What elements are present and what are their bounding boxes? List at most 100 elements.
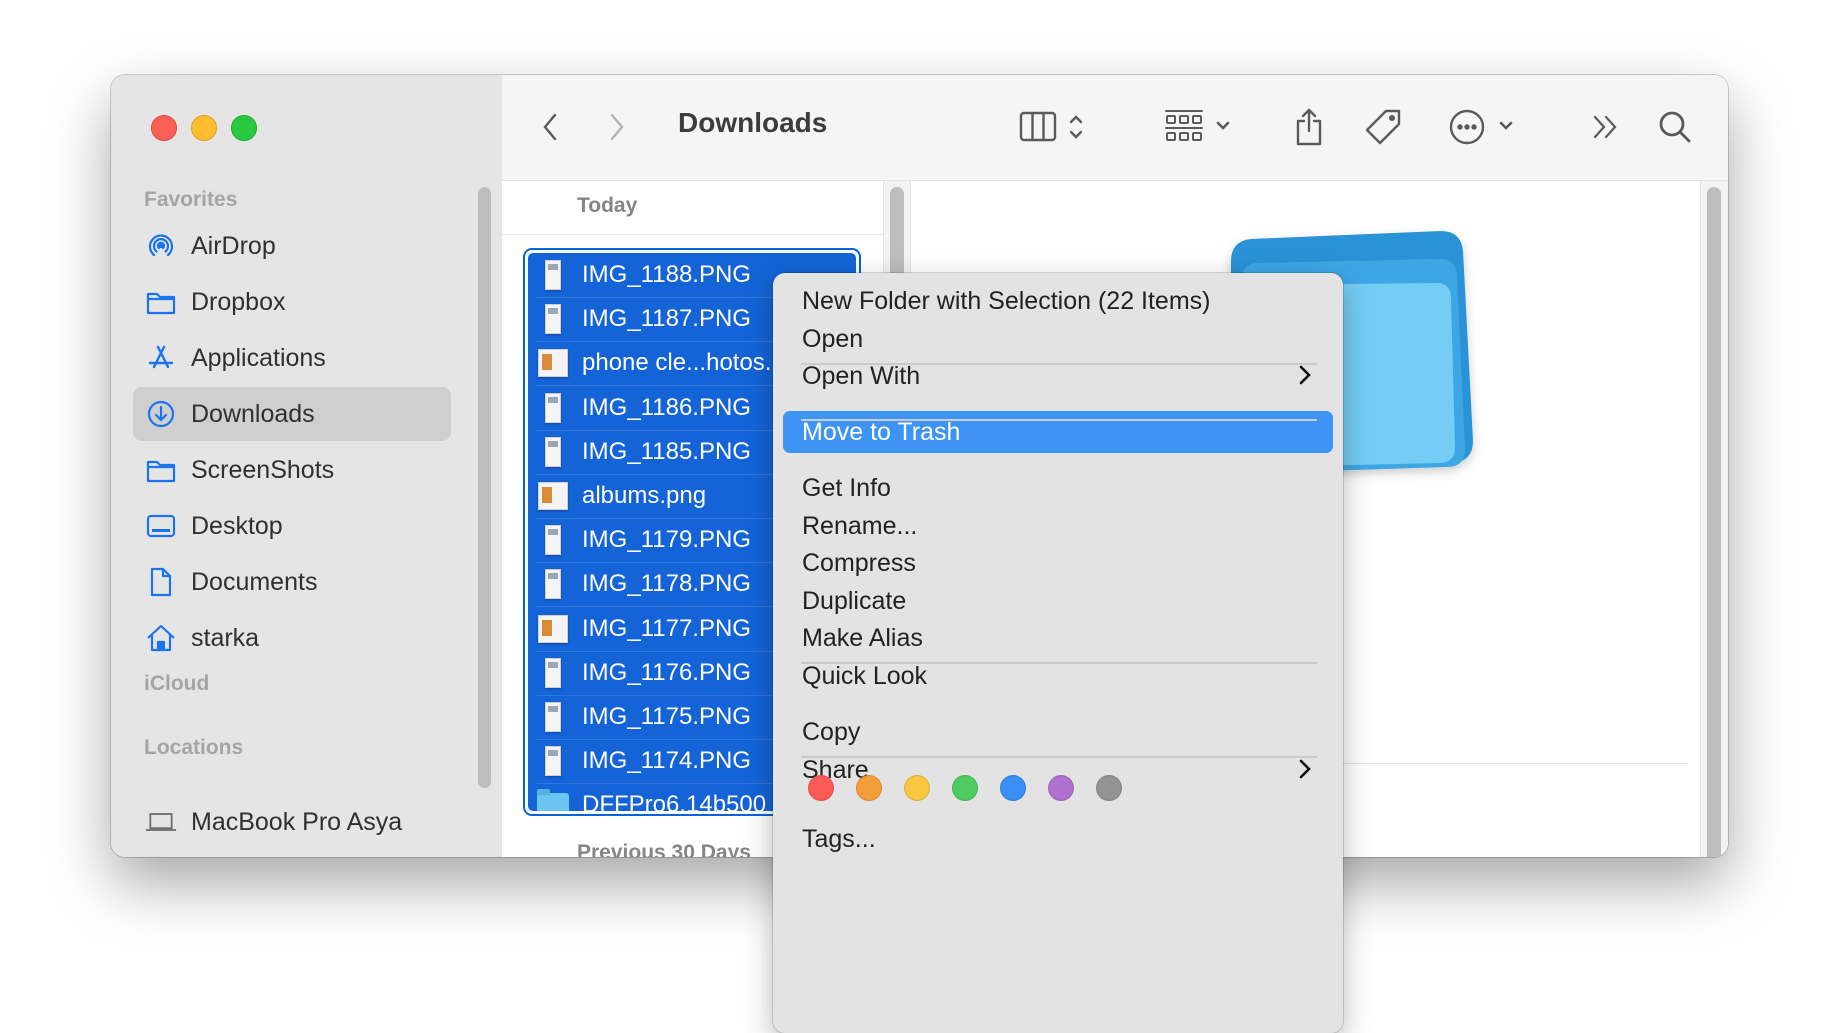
document-icon bbox=[145, 566, 177, 598]
airdrop-icon bbox=[145, 230, 177, 262]
section-header-label: Today bbox=[577, 194, 638, 217]
sidebar-item-applications[interactable]: Applications bbox=[133, 331, 451, 385]
menu-item-open-with[interactable]: Open With bbox=[783, 355, 1333, 397]
file-name: IMG_1174.PNG bbox=[582, 747, 751, 775]
thumbnail bbox=[545, 569, 561, 600]
image-thumbnail-icon bbox=[536, 568, 570, 600]
preview-scrollbar[interactable] bbox=[1700, 181, 1728, 857]
toolbar: Downloads bbox=[502, 75, 1728, 181]
tag-color-red[interactable] bbox=[808, 775, 834, 801]
thumbnail bbox=[545, 392, 561, 423]
sidebar: Favorites AirDrop Dropbox Applications D… bbox=[111, 75, 503, 857]
menu-separator bbox=[801, 662, 1317, 664]
sidebar-item-label: Documents bbox=[191, 567, 318, 596]
menu-item-label: Rename... bbox=[802, 511, 918, 540]
image-thumbnail-icon bbox=[536, 745, 570, 777]
menu-item-rename[interactable]: Rename... bbox=[783, 505, 1333, 547]
menu-item-label: Make Alias bbox=[802, 623, 923, 652]
file-name: IMG_1188.PNG bbox=[582, 261, 751, 288]
tag-color-purple[interactable] bbox=[1048, 775, 1074, 801]
thumbnail bbox=[537, 789, 569, 811]
sidebar-item-label: Dropbox bbox=[191, 287, 286, 316]
tag-color-blue[interactable] bbox=[1000, 775, 1026, 801]
image-thumbnail-icon bbox=[536, 480, 570, 512]
folder-icon bbox=[145, 286, 177, 318]
tag-color-gray[interactable] bbox=[1096, 775, 1122, 801]
menu-item-label: Compress bbox=[802, 548, 916, 577]
sidebar-section-favorites: Favorites bbox=[144, 188, 238, 211]
thumbnail bbox=[538, 482, 568, 510]
sidebar-scrollbar[interactable] bbox=[478, 187, 491, 788]
close-button[interactable] bbox=[151, 115, 177, 141]
thumbnail bbox=[545, 436, 561, 467]
overflow-icon[interactable] bbox=[1590, 105, 1622, 149]
menu-separator bbox=[801, 756, 1317, 758]
sidebar-item-label: Applications bbox=[191, 343, 326, 372]
sidebar-item-label: AirDrop bbox=[191, 231, 276, 260]
menu-item-label: Open With bbox=[802, 361, 921, 390]
tag-color-yellow[interactable] bbox=[904, 775, 930, 801]
section-header-today: Today bbox=[502, 181, 883, 235]
applications-icon bbox=[145, 342, 177, 374]
sidebar-item-airdrop[interactable]: AirDrop bbox=[133, 219, 451, 273]
image-thumbnail-icon bbox=[536, 347, 570, 379]
thumbnail bbox=[545, 702, 561, 732]
forward-icon[interactable] bbox=[607, 105, 627, 149]
sidebar-item-documents[interactable]: Documents bbox=[133, 555, 451, 609]
menu-item-move-to-trash[interactable]: Move to Trash bbox=[783, 411, 1333, 453]
menu-item-duplicate[interactable]: Duplicate bbox=[783, 580, 1333, 622]
downloads-icon bbox=[145, 398, 177, 430]
thumbnail bbox=[538, 349, 568, 378]
sidebar-item-label: Downloads bbox=[191, 399, 315, 428]
menu-item-label: Quick Look bbox=[802, 661, 928, 690]
desktop-icon bbox=[145, 510, 177, 542]
thumbnail bbox=[545, 657, 561, 688]
file-name: phone cle...hotos. bbox=[582, 349, 772, 377]
laptop-icon bbox=[145, 806, 177, 838]
file-name: IMG_1175.PNG bbox=[582, 703, 751, 730]
tag-color-orange[interactable] bbox=[856, 775, 882, 801]
sidebar-item-screenshots[interactable]: ScreenShots bbox=[133, 443, 451, 497]
scrollbar-thumb[interactable] bbox=[1707, 187, 1721, 857]
sidebar-item-label: Desktop bbox=[191, 511, 283, 540]
tag-color-green[interactable] bbox=[952, 775, 978, 801]
column-view-icon[interactable] bbox=[1019, 105, 1091, 149]
sidebar-item-home[interactable]: starka bbox=[133, 611, 451, 665]
menu-item-compress[interactable]: Compress bbox=[783, 542, 1333, 584]
sidebar-item-downloads[interactable]: Downloads bbox=[133, 387, 451, 441]
zoom-button[interactable] bbox=[231, 115, 257, 141]
image-thumbnail-icon bbox=[536, 613, 570, 645]
menu-separator bbox=[801, 363, 1317, 365]
menu-item-tags[interactable]: Tags... bbox=[783, 818, 1333, 860]
search-icon[interactable] bbox=[1657, 105, 1693, 149]
window-title: Downloads bbox=[678, 107, 828, 138]
menu-item-make-alias[interactable]: Make Alias bbox=[783, 617, 1333, 659]
sidebar-item-desktop[interactable]: Desktop bbox=[133, 499, 451, 553]
menu-item-label: Move to Trash bbox=[802, 417, 961, 446]
thumbnail bbox=[538, 614, 568, 643]
folder-icon bbox=[536, 789, 570, 811]
image-thumbnail-icon bbox=[536, 524, 570, 556]
more-icon[interactable] bbox=[1449, 105, 1519, 149]
file-name: DFFPro6.14b500 bbox=[582, 791, 767, 811]
share-icon[interactable] bbox=[1292, 105, 1326, 149]
sidebar-item-macbook[interactable]: MacBook Pro Asya bbox=[133, 795, 451, 849]
menu-item-label: Copy bbox=[802, 717, 861, 746]
tag-icon[interactable] bbox=[1364, 105, 1404, 149]
sidebar-section-icloud: iCloud bbox=[144, 672, 210, 695]
menu-item-get-info[interactable]: Get Info bbox=[783, 467, 1333, 509]
chevron-right-icon bbox=[1299, 365, 1311, 385]
folder-icon bbox=[145, 454, 177, 486]
sidebar-item-label: MacBook Pro Asya bbox=[191, 807, 403, 836]
menu-item-open[interactable]: Open bbox=[783, 318, 1333, 360]
file-name: IMG_1185.PNG bbox=[582, 437, 751, 465]
sidebar-item-dropbox[interactable]: Dropbox bbox=[133, 275, 451, 329]
back-icon[interactable] bbox=[540, 105, 560, 149]
group-icon[interactable] bbox=[1164, 105, 1236, 149]
menu-item-copy[interactable]: Copy bbox=[783, 711, 1333, 753]
file-name: IMG_1187.PNG bbox=[582, 305, 751, 333]
menu-item-new-folder-with-selection-22-items[interactable]: New Folder with Selection (22 Items) bbox=[783, 280, 1333, 322]
minimize-button[interactable] bbox=[191, 115, 217, 141]
menu-item-label: New Folder with Selection (22 Items) bbox=[802, 286, 1211, 315]
home-icon bbox=[145, 622, 177, 654]
